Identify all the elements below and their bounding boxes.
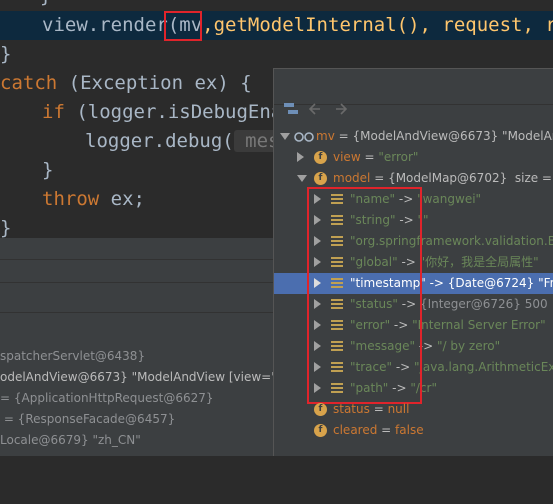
expand-down-icon[interactable]	[280, 133, 290, 140]
expand-right-icon[interactable]	[297, 152, 304, 162]
field-icon: f	[314, 403, 327, 416]
keyword-catch: catch	[0, 72, 58, 94]
arrow-right-icon[interactable]	[334, 102, 348, 116]
tree-row-mv[interactable]: mv = {ModelAndView@6673} "ModelAnd	[274, 126, 553, 147]
variable-text: odelAndView@6673} "ModelAndView [view="e…	[0, 370, 290, 384]
panel-header	[0, 238, 273, 260]
code-line-1: }	[40, 0, 51, 11]
annotation-box-model-entries	[307, 187, 422, 404]
entry-value: "Internal Server Error"	[412, 318, 546, 332]
variable-text: Locale@6679} "zh_CN"	[0, 433, 141, 447]
equals: =	[369, 402, 388, 416]
hierarchy-icon[interactable]	[283, 102, 299, 116]
code-text: ex;	[99, 188, 145, 210]
code-text: view.render(	[42, 14, 180, 36]
var-name: mv	[316, 129, 335, 143]
code-line-3: }	[0, 43, 12, 65]
arrow-left-icon[interactable]	[308, 102, 322, 116]
entry-arrow: ->	[425, 276, 448, 290]
code-text: logger.debug(	[85, 130, 234, 152]
divider	[0, 282, 273, 283]
tree-row-view[interactable]: f view = "error"	[274, 147, 553, 168]
equals: =	[334, 129, 353, 143]
code-text: (Exception ex) {	[57, 72, 252, 94]
code-line-8: throw ex;	[42, 185, 145, 214]
code-line-2: view.render(mv,getModelInternal(), reque…	[42, 11, 553, 40]
tree-row-model[interactable]: f model = {ModelMap@6702} size = 1	[274, 168, 553, 189]
variable-row[interactable]: = {ApplicationHttpRequest@6627}	[0, 388, 214, 408]
entry-value: "wangwei"	[417, 192, 482, 206]
var-value: "error"	[378, 150, 419, 164]
tree-row-cleared[interactable]: f cleared = false	[274, 420, 553, 441]
variable-text: = {ResponseFacade@6457}	[0, 412, 176, 426]
inspect-popup[interactable]: mv = {ModelAndView@6673} "ModelAnd f vie…	[273, 68, 553, 456]
equals: =	[377, 423, 396, 437]
tree-row-status[interactable]: f status = null	[274, 399, 553, 420]
variable-text: = {ApplicationHttpRequest@6627}	[0, 391, 214, 405]
variable-row[interactable]: Locale@6679} "zh_CN"	[0, 430, 141, 450]
field-icon: f	[314, 172, 327, 185]
var-name: cleared	[333, 423, 378, 437]
entry-value: {Integer@6726} 500	[419, 297, 548, 311]
variable-row[interactable]: spatcherServlet@6438}	[0, 346, 145, 366]
var-name: view	[333, 150, 361, 164]
field-icon: f	[314, 424, 327, 437]
entry-value: {Date@6724} "Fri A	[447, 276, 553, 290]
code-line-4: catch (Exception ex) {	[0, 69, 252, 98]
entry-value: "java.lang.ArithmeticExce	[414, 360, 553, 374]
code-line-5: if (logger.isDebugEna	[42, 98, 282, 127]
var-value: false	[395, 423, 424, 437]
variable-text: spatcherServlet@6438}	[0, 349, 146, 363]
code-line-6: logger.debug( mes	[85, 127, 280, 156]
expand-down-icon[interactable]	[297, 175, 307, 182]
code-line-7: }	[42, 159, 54, 181]
variable-row[interactable]: = {ResponseFacade@6457}	[0, 409, 175, 429]
watch-glasses-icon	[294, 132, 314, 142]
equals: =	[360, 150, 379, 164]
field-icon: f	[314, 151, 327, 164]
variable-row[interactable]: odelAndView@6673} "ModelAndView [view="e…	[0, 367, 289, 387]
var-value: {ModelAndView@6673} "ModelAnd	[352, 129, 553, 143]
annotation-box-mv	[164, 11, 202, 41]
var-name: model	[333, 171, 371, 185]
code-text: ,getModelInternal(), request, res	[202, 14, 553, 36]
var-value: null	[387, 402, 410, 416]
entry-value: "你好，我是全局属性"	[419, 255, 539, 269]
entry-value: "/ by zero"	[436, 339, 501, 353]
var-name: status	[333, 402, 370, 416]
code-text: (logger.isDebugEna	[64, 101, 283, 123]
equals: =	[370, 171, 389, 185]
keyword-throw: throw	[42, 188, 100, 210]
keyword-if: if	[42, 101, 65, 123]
divider	[0, 312, 273, 313]
var-value: {ModelMap@6702} size = 1	[388, 171, 553, 185]
variables-panel[interactable]: spatcherServlet@6438} odelAndView@6673} …	[0, 238, 289, 456]
popup-toolbar	[274, 69, 553, 115]
